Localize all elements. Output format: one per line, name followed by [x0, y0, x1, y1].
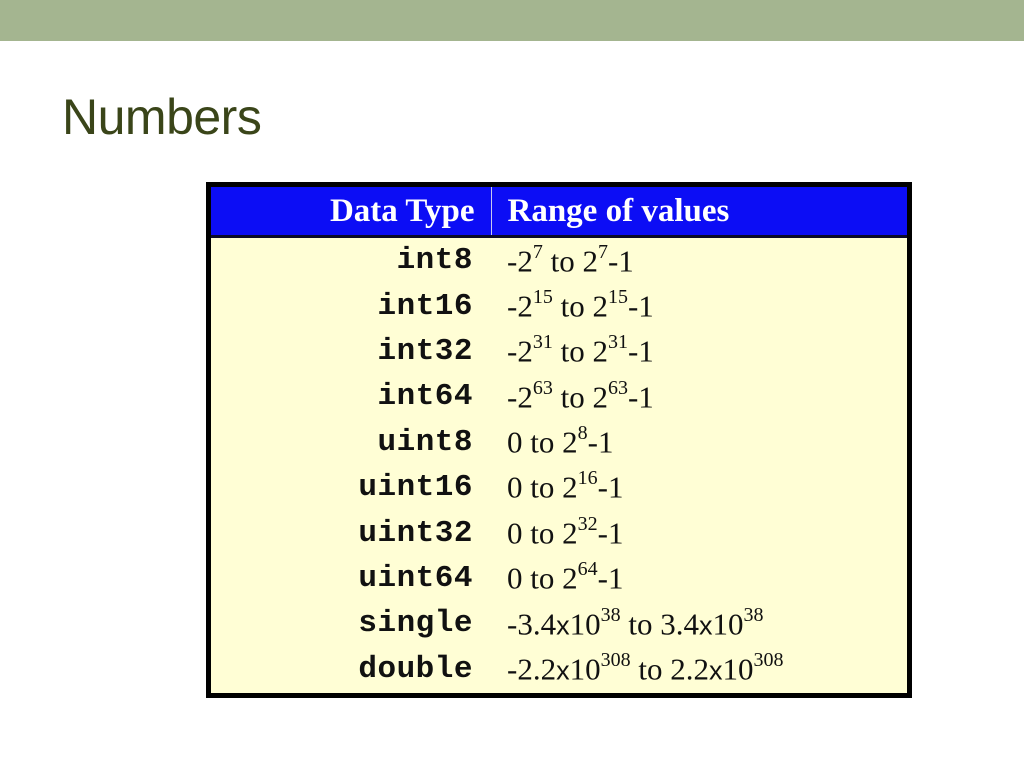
multiply-sign: x [698, 609, 713, 640]
top-accent-band [0, 0, 1024, 41]
table-header-row: Data Type Range of values [211, 187, 907, 235]
table-row: uint8 0 to 28-1 [211, 420, 907, 465]
table-row: int8 -27 to 27-1 [211, 238, 907, 283]
range-text: -1 [587, 424, 614, 460]
exponent: 15 [607, 285, 628, 308]
range-text: -1 [627, 288, 654, 324]
range-text: 10 [722, 651, 754, 687]
range-text: to 2 [552, 333, 608, 369]
exponent: 7 [597, 240, 608, 263]
data-type-range-table: Data Type Range of values int8 -27 to 27-… [211, 187, 907, 692]
range-cell: 0 to 216-1 [491, 465, 907, 510]
range-cell: 0 to 28-1 [491, 420, 907, 465]
exponent: 7 [532, 240, 543, 263]
table-row: uint32 0 to 232-1 [211, 510, 907, 555]
exponent: 15 [532, 285, 553, 308]
exponent: 8 [577, 422, 588, 445]
table-row: int16 -215 to 215-1 [211, 283, 907, 328]
range-text: -3.4 [507, 605, 557, 641]
data-type-cell: uint8 [377, 424, 473, 460]
range-text: 10 [569, 651, 601, 687]
exponent: 32 [577, 512, 598, 535]
exponent: 38 [600, 603, 621, 626]
range-text: -1 [597, 515, 624, 551]
exponent: 308 [753, 649, 784, 672]
data-type-cell: single [358, 606, 473, 642]
range-text: to 3.4 [620, 605, 699, 641]
range-text: -2 [507, 379, 533, 415]
range-text: 0 to 2 [507, 515, 578, 551]
range-text: -2 [507, 242, 533, 278]
table-row: uint16 0 to 216-1 [211, 465, 907, 510]
range-text: -1 [597, 469, 624, 505]
range-cell: -215 to 215-1 [491, 283, 907, 328]
table-row: int64 -263 to 263-1 [211, 374, 907, 419]
range-cell: 0 to 232-1 [491, 510, 907, 555]
exponent: 16 [577, 467, 598, 490]
exponent: 31 [607, 331, 628, 354]
range-text: -2 [507, 288, 533, 324]
multiply-sign: x [708, 655, 723, 686]
data-type-cell: int32 [377, 333, 473, 369]
slide-title: Numbers [62, 89, 262, 145]
exponent: 64 [577, 558, 598, 581]
table-row: single -3.4x1038 to 3.4x1038 [211, 601, 907, 646]
range-text: to 2 [552, 379, 608, 415]
exponent: 38 [743, 603, 764, 626]
data-type-cell: int64 [377, 379, 473, 415]
data-type-table: Data Type Range of values int8 -27 to 27-… [206, 182, 912, 698]
exponent: 63 [607, 376, 628, 399]
range-text: to 2.2 [630, 651, 709, 687]
range-cell: 0 to 264-1 [491, 556, 907, 601]
range-text: -2 [507, 333, 533, 369]
range-text: 0 to 2 [507, 560, 578, 596]
data-type-cell: double [358, 651, 473, 687]
range-text: 0 to 2 [507, 469, 578, 505]
exponent: 63 [532, 376, 553, 399]
range-text: 10 [569, 605, 601, 641]
range-text: to 2 [552, 288, 608, 324]
range-cell: -231 to 231-1 [491, 329, 907, 374]
range-text: 10 [712, 605, 744, 641]
multiply-sign: x [556, 655, 570, 686]
data-type-cell: uint64 [358, 560, 473, 596]
table-row: uint64 0 to 264-1 [211, 556, 907, 601]
range-text: 0 to 2 [507, 424, 578, 460]
range-text: -1 [627, 379, 654, 415]
range-text: -2.2 [507, 651, 557, 687]
exponent: 308 [600, 649, 631, 672]
data-type-cell: uint16 [358, 470, 473, 506]
range-cell: -27 to 27-1 [491, 238, 907, 283]
range-text: -1 [607, 242, 634, 278]
range-text: -1 [597, 560, 624, 596]
multiply-sign: x [556, 609, 570, 640]
header-range-of-values: Range of values [491, 187, 907, 235]
table-body: int8 -27 to 27-1 int16 -215 to 215-1 int32 -2… [211, 238, 907, 692]
data-type-cell: int16 [377, 288, 473, 324]
table-row: double -2.2x10308 to 2.2x10308 [211, 647, 907, 692]
header-data-type: Data Type [211, 187, 492, 235]
exponent: 31 [532, 331, 553, 354]
range-text: -1 [627, 333, 654, 369]
data-type-cell: int8 [396, 243, 473, 279]
table-row: int32 -231 to 231-1 [211, 329, 907, 374]
range-cell: -263 to 263-1 [491, 374, 907, 419]
range-cell: -3.4x1038 to 3.4x1038 [491, 601, 907, 646]
range-text: to 2 [542, 242, 598, 278]
data-type-cell: uint32 [358, 515, 473, 551]
range-cell: -2.2x10308 to 2.2x10308 [491, 647, 907, 692]
